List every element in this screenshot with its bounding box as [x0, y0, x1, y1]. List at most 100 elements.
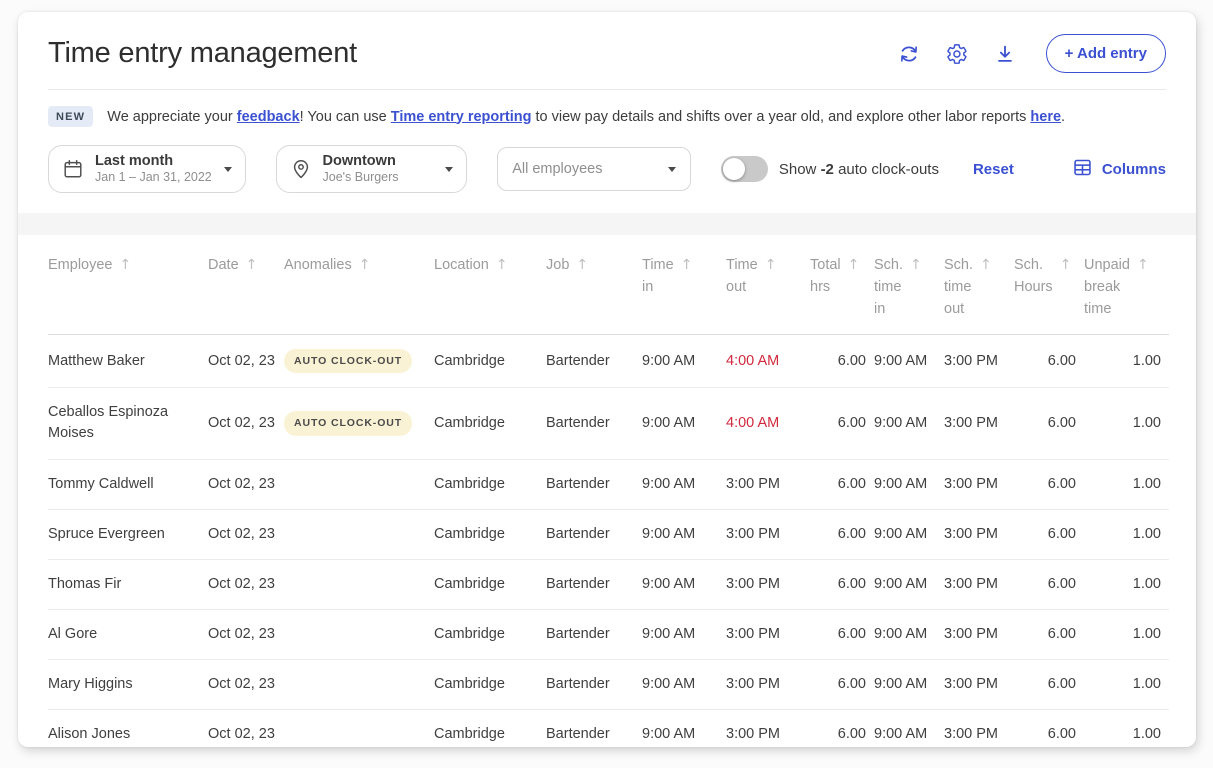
cell-unpaid-break: 1.00 [1084, 335, 1169, 388]
column-header[interactable]: Sch. Hours ↑ [1014, 235, 1084, 335]
column-header-label: Anomalies [284, 255, 352, 277]
cell-time-in: 9:00 AM [642, 559, 726, 609]
cell-anomalies [284, 459, 434, 509]
feedback-link[interactable]: feedback [237, 109, 300, 125]
column-header-label: Location [434, 255, 489, 277]
column-header-label: Sch. Hours [1014, 255, 1053, 299]
calendar-icon [62, 158, 84, 180]
column-header[interactable]: Unpaid break time ↑ [1084, 235, 1169, 335]
sort-ascending-icon: ↑ [1060, 255, 1072, 276]
here-link[interactable]: here [1030, 109, 1061, 125]
cell-sch-time-in: 9:00 AM [874, 659, 944, 709]
filter-bar: Last month Jan 1 – Jan 31, 2022 Downtown… [18, 129, 1196, 211]
location-pin-icon [290, 158, 312, 180]
cell-unpaid-break: 1.00 [1084, 659, 1169, 709]
gear-icon [946, 53, 968, 68]
cell-sch-time-out: 3:00 PM [944, 609, 1014, 659]
column-header[interactable]: Time out ↑ [726, 235, 810, 335]
column-header[interactable]: Location ↑ [434, 235, 546, 335]
cell-time-out: 3:00 PM [726, 609, 810, 659]
cell-anomalies [284, 559, 434, 609]
sort-ascending-icon: ↑ [980, 255, 992, 276]
cell-anomalies [284, 659, 434, 709]
location-filter[interactable]: Downtown Joe's Burgers [276, 145, 468, 193]
employee-filter[interactable]: All employees [497, 147, 691, 191]
cell-time-in: 9:00 AM [642, 659, 726, 709]
cell-anomalies [284, 709, 434, 747]
cell-time-out: 4:00 AM [726, 335, 810, 388]
table-row[interactable]: Mary Higgins Oct 02, 23 Cambridge Barten… [48, 659, 1169, 709]
table-row[interactable]: Matthew Baker Oct 02, 23 AUTO CLOCK-OUT … [48, 335, 1169, 388]
cell-sch-time-in: 9:00 AM [874, 559, 944, 609]
column-header-label: Sch. time out [944, 255, 973, 320]
column-header-label: Time out [726, 255, 758, 299]
cell-total-hrs: 6.00 [810, 388, 874, 459]
refresh-button[interactable] [898, 43, 920, 65]
auto-clock-out-badge: AUTO CLOCK-OUT [284, 349, 412, 373]
auto-clockout-toggle[interactable] [721, 156, 768, 182]
column-header[interactable]: Time in ↑ [642, 235, 726, 335]
download-button[interactable] [994, 43, 1016, 65]
column-header[interactable]: Sch. time in ↑ [874, 235, 944, 335]
sort-ascending-icon: ↑ [119, 255, 131, 276]
sort-ascending-icon: ↑ [359, 255, 371, 276]
cell-total-hrs: 6.00 [810, 335, 874, 388]
cell-time-in: 9:00 AM [642, 509, 726, 559]
cell-date: Oct 02, 23 [208, 388, 284, 459]
date-filter-range: Jan 1 – Jan 31, 2022 [95, 170, 213, 186]
cell-sch-time-out: 3:00 PM [944, 388, 1014, 459]
cell-date: Oct 02, 23 [208, 509, 284, 559]
add-entry-button[interactable]: + Add entry [1046, 34, 1166, 73]
column-header-label: Time in [642, 255, 674, 299]
cell-sch-time-in: 9:00 AM [874, 609, 944, 659]
cell-location: Cambridge [434, 609, 546, 659]
table-row[interactable]: Alison Jones Oct 02, 23 Cambridge Barten… [48, 709, 1169, 747]
cell-job: Bartender [546, 509, 642, 559]
column-header[interactable]: Sch. time out ↑ [944, 235, 1014, 335]
time-entry-card: Time entry management [18, 12, 1196, 747]
column-header-label: Job [546, 255, 569, 277]
cell-total-hrs: 6.00 [810, 609, 874, 659]
table-row[interactable]: Al Gore Oct 02, 23 Cambridge Bartender 9… [48, 609, 1169, 659]
cell-time-in: 9:00 AM [642, 709, 726, 747]
column-header-label: Employee [48, 255, 112, 277]
banner-text: We appreciate your feedback! You can use… [107, 109, 1065, 125]
refresh-icon [898, 53, 920, 68]
cell-time-in: 9:00 AM [642, 335, 726, 388]
cell-unpaid-break: 1.00 [1084, 709, 1169, 747]
cell-anomalies: AUTO CLOCK-OUT [284, 388, 434, 459]
cell-employee: Ceballos Espinoza Moises [48, 388, 208, 459]
table-row[interactable]: Thomas Fir Oct 02, 23 Cambridge Bartende… [48, 559, 1169, 609]
cell-sch-time-in: 9:00 AM [874, 459, 944, 509]
column-header[interactable]: Job ↑ [546, 235, 642, 335]
cell-time-out: 4:00 AM [726, 388, 810, 459]
cell-time-out: 3:00 PM [726, 709, 810, 747]
cell-date: Oct 02, 23 [208, 659, 284, 709]
column-header[interactable]: Date ↑ [208, 235, 284, 335]
table-row[interactable]: Ceballos Espinoza Moises Oct 02, 23 AUTO… [48, 388, 1169, 459]
cell-sch-time-out: 3:00 PM [944, 659, 1014, 709]
cell-time-out: 3:00 PM [726, 459, 810, 509]
column-header[interactable]: Total hrs ↑ [810, 235, 874, 335]
column-header[interactable]: Employee ↑ [48, 235, 208, 335]
cell-sch-time-in: 9:00 AM [874, 335, 944, 388]
time-entries-table: Employee ↑ Date ↑ Anomalies ↑ Location ↑… [18, 235, 1196, 747]
cell-total-hrs: 6.00 [810, 509, 874, 559]
time-entry-reporting-link[interactable]: Time entry reporting [391, 109, 532, 125]
columns-grid-icon [1072, 157, 1093, 182]
cell-total-hrs: 6.00 [810, 559, 874, 609]
settings-button[interactable] [946, 43, 968, 65]
cell-date: Oct 02, 23 [208, 609, 284, 659]
reset-button[interactable]: Reset [973, 161, 1014, 178]
date-range-filter[interactable]: Last month Jan 1 – Jan 31, 2022 [48, 145, 246, 193]
table-header-row: Employee ↑ Date ↑ Anomalies ↑ Location ↑… [48, 235, 1169, 335]
columns-button[interactable]: Columns [1072, 157, 1166, 182]
table-row[interactable]: Spruce Evergreen Oct 02, 23 Cambridge Ba… [48, 509, 1169, 559]
cell-sch-hours: 6.00 [1014, 335, 1084, 388]
add-entry-label: + Add entry [1065, 45, 1147, 62]
column-header[interactable]: Anomalies ↑ [284, 235, 434, 335]
table-row[interactable]: Tommy Caldwell Oct 02, 23 Cambridge Bart… [48, 459, 1169, 509]
cell-time-in: 9:00 AM [642, 459, 726, 509]
cell-anomalies [284, 509, 434, 559]
cell-total-hrs: 6.00 [810, 659, 874, 709]
